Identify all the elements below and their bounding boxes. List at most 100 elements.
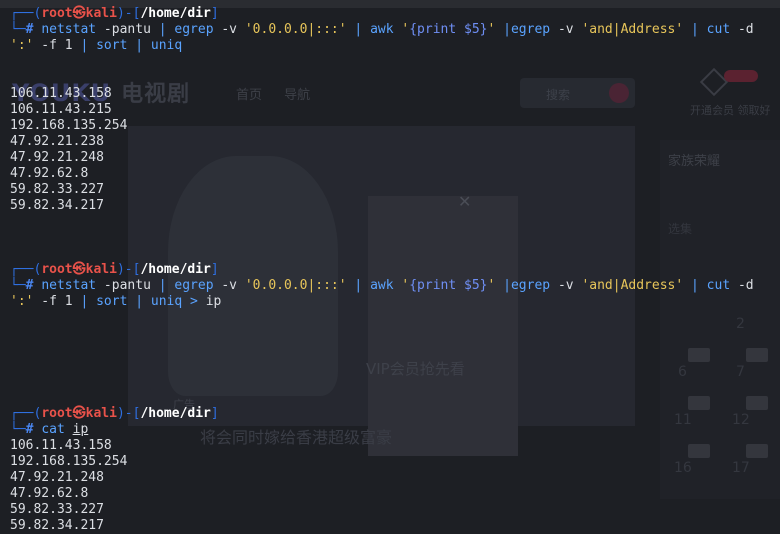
command-token: sort (88, 38, 128, 53)
command-token: egrep (166, 22, 214, 37)
command-token: cat (41, 422, 65, 437)
prompt-host: kali (85, 6, 117, 21)
prompt-host: kali (85, 262, 117, 277)
command-token: '0.0.0.0|:::' (244, 278, 347, 293)
output-line: 106.11.43.215 (10, 102, 112, 118)
command-token: ' (393, 22, 410, 37)
prompt-frame: )-[ (116, 406, 141, 421)
command-token: | (158, 278, 167, 293)
episode-number: 7 (736, 364, 745, 380)
command-token: |egrep (503, 278, 551, 293)
command-line-wrap: ':' -f 1 | sort | uniq > ip (10, 294, 221, 310)
command-token: ip (205, 294, 222, 309)
command-token: | (683, 278, 707, 293)
prompt-frame: ] (210, 6, 219, 21)
ip-address: 59.82.33.227 (10, 182, 104, 197)
episode-number: 11 (674, 412, 692, 428)
prompt-frame: ┌──( (10, 406, 42, 421)
command-token: ' (393, 278, 410, 293)
output-line: 47.92.62.8 (10, 486, 88, 502)
command-token: > (182, 294, 206, 309)
output-line: 192.168.135.254 (10, 118, 127, 134)
prompt-line: ┌──(root㉿kali)-[/home/dir] (10, 406, 219, 422)
command-token: awk (370, 278, 394, 293)
command-token: | (127, 38, 151, 53)
prompt-line: ┌──(root㉿kali)-[/home/dir] (10, 262, 219, 278)
ip-address: 59.82.34.217 (10, 198, 104, 213)
output-line: 47.92.21.248 (10, 150, 104, 166)
output-line: 59.82.34.217 (10, 198, 104, 214)
command-line: └─# netstat -pantu | egrep -v '0.0.0.0|:… (10, 22, 754, 38)
ip-address: 59.82.33.227 (10, 502, 104, 517)
vip-badge (688, 396, 710, 410)
prompt-at-symbol: ㉿ (72, 6, 86, 21)
vip-badge (746, 348, 768, 362)
close-icon: ✕ (458, 192, 472, 211)
command-token: cut (706, 278, 731, 293)
vip-badge (688, 348, 710, 362)
episode-number: 17 (732, 460, 750, 476)
command-token: uniq (150, 38, 183, 53)
site-search-placeholder: 搜索 (546, 88, 571, 102)
command-token: | (346, 22, 371, 37)
site-nav: 首页 导航 (236, 84, 328, 103)
prompt-frame: ┌──( (10, 6, 42, 21)
vip-promo: 开通会员 领取好 (690, 67, 780, 120)
prompt-frame: ] (210, 406, 219, 421)
vip-badge (688, 444, 710, 458)
ip-address: 192.168.135.254 (10, 454, 128, 469)
command-token (65, 422, 73, 437)
ip-address: 192.168.135.254 (10, 118, 128, 133)
ip-address: 47.92.21.248 (10, 470, 104, 485)
episode-panel: 家族荣耀 选集 2 6 7 11 12 16 17 (660, 140, 780, 499)
command-token: |egrep (503, 22, 551, 37)
command-token: ':' (10, 38, 34, 53)
command-token: '0.0.0.0|:::' (244, 22, 347, 37)
prompt-frame: ┌──( (10, 262, 42, 277)
prompt-frame: └─ (10, 22, 26, 37)
output-line: 47.92.21.248 (10, 470, 104, 486)
episode-number: 2 (736, 316, 745, 332)
command-line: └─# cat ip (10, 422, 88, 438)
prompt-hash: # (25, 22, 42, 37)
ip-address: 47.92.62.8 (10, 166, 89, 181)
output-line: 59.82.33.227 (10, 182, 104, 198)
output-line: 47.92.62.8 (10, 166, 88, 182)
site-search-box: 搜索 (520, 78, 635, 108)
ip-address: 106.11.43.215 (10, 102, 112, 117)
command-token: cut (706, 22, 731, 37)
command-token: awk (370, 22, 394, 37)
prompt-frame: )-[ (116, 262, 141, 277)
command-token: -v (550, 278, 582, 293)
output-line: 59.82.34.217 (10, 518, 104, 534)
command-token: ip (72, 422, 89, 437)
command-token: -d (730, 278, 754, 293)
prompt-path: /home/dir (140, 6, 211, 21)
ip-address: 59.82.34.217 (10, 518, 104, 533)
command-line-wrap: ':' -f 1 | sort | uniq (10, 38, 182, 54)
vip-badge (746, 444, 768, 458)
output-line: 192.168.135.254 (10, 454, 127, 470)
command-line: └─# netstat -pantu | egrep -v '0.0.0.0|:… (10, 278, 754, 294)
output-line: 47.92.21.238 (10, 134, 104, 150)
command-token: netstat (41, 278, 97, 293)
prompt-frame: └─ (10, 422, 26, 437)
prompt-path: /home/dir (140, 406, 211, 421)
command-token: ':' (10, 294, 34, 309)
prompt-at-symbol: ㉿ (72, 262, 86, 277)
vip-badge (746, 396, 768, 410)
command-token: | (683, 22, 707, 37)
command-token: 'and|Address' (581, 278, 684, 293)
nav-item-home: 首页 (236, 88, 263, 103)
command-token: | (158, 22, 167, 37)
prompt-host: kali (85, 406, 117, 421)
prompt-at-symbol: ㉿ (72, 406, 86, 421)
ip-address: 106.11.43.158 (10, 86, 112, 101)
vip-promo-text: 开通会员 领取好 (690, 104, 771, 117)
promo-poster (368, 196, 518, 456)
site-section-title: 电视剧 (121, 82, 191, 107)
nav-item-guide: 导航 (284, 88, 311, 103)
output-line: 106.11.43.158 (10, 438, 112, 454)
output-line: 59.82.33.227 (10, 502, 104, 518)
ip-address: 47.92.21.238 (10, 134, 104, 149)
